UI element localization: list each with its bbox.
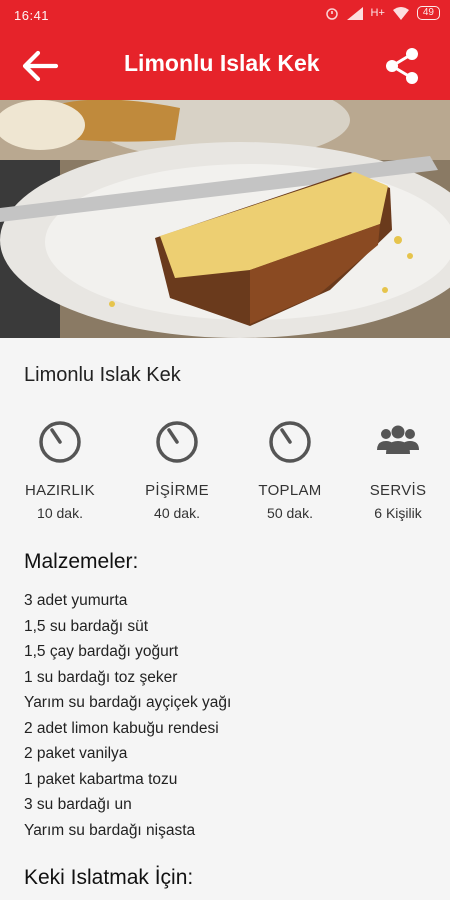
stat-servings: SERVİS 6 Kişilik: [343, 418, 450, 521]
share-icon[interactable]: [382, 46, 422, 86]
clock-icon: [269, 421, 311, 463]
ingredients-list: 3 adet yumurta 1,5 su bardağı süt 1,5 ça…: [24, 588, 231, 843]
people-icon: [377, 425, 419, 454]
list-item: 2 adet limon kabuğu rendesi: [24, 719, 219, 737]
page-title: Limonlu Islak Kek: [124, 50, 320, 76]
list-item: 1,5 çay bardağı yoğurt: [24, 643, 179, 660]
ingredients-heading: Malzemeler:: [24, 550, 139, 573]
stat-value: 6 Kişilik: [374, 505, 422, 521]
soak-heading: Keki Islatmak İçin:: [24, 866, 194, 889]
app-bar: Limonlu Islak Kek: [0, 32, 450, 100]
list-item: Yarım su bardağı nişasta: [24, 821, 196, 839]
stat-prep: HAZIRLIK 10 dak.: [5, 418, 115, 521]
status-icons: H+ 49: [325, 6, 440, 20]
stat-value: 10 dak.: [37, 505, 83, 521]
clock-icon: [156, 421, 198, 463]
list-item: 1,5 su bardağı süt: [24, 617, 149, 635]
clock-icon: [39, 421, 81, 463]
stat-total: TOPLAM 50 dak.: [235, 418, 345, 521]
recipe-title: Limonlu Islak Kek: [24, 364, 181, 386]
stat-value: 40 dak.: [154, 505, 200, 521]
recipe-photo: [0, 100, 450, 338]
list-item: 3 su bardağı un: [24, 796, 132, 813]
battery-icon: 49: [416, 6, 440, 20]
signal-icon: [346, 6, 363, 20]
list-item: 2 paket vanilya: [24, 745, 128, 762]
stat-label: HAZIRLIK: [25, 482, 95, 499]
network-type: H+: [370, 7, 385, 19]
status-time: 16:41: [14, 8, 50, 23]
wifi-icon: [392, 6, 409, 20]
list-item: 3 adet yumurta: [24, 592, 128, 609]
stat-label: TOPLAM: [258, 482, 322, 499]
alarm-icon: [325, 8, 338, 20]
recipe-stats: HAZIRLIK 10 dak. PİŞİRME 40 dak. TOPLAM …: [0, 418, 450, 528]
list-item: Yarım su bardağı ayçiçek yağı: [24, 694, 232, 711]
stat-label: SERVİS: [369, 482, 427, 499]
back-arrow-icon[interactable]: [20, 48, 60, 84]
list-item: 1 su bardağı toz şeker: [24, 668, 178, 686]
list-item: 1 paket kabartma tozu: [24, 770, 178, 788]
stat-value: 50 dak.: [267, 505, 313, 521]
status-bar: 16:41 H+ 49: [0, 0, 450, 32]
stat-cook: PİŞİRME 40 dak.: [122, 418, 232, 521]
stat-label: PİŞİRME: [145, 482, 209, 499]
